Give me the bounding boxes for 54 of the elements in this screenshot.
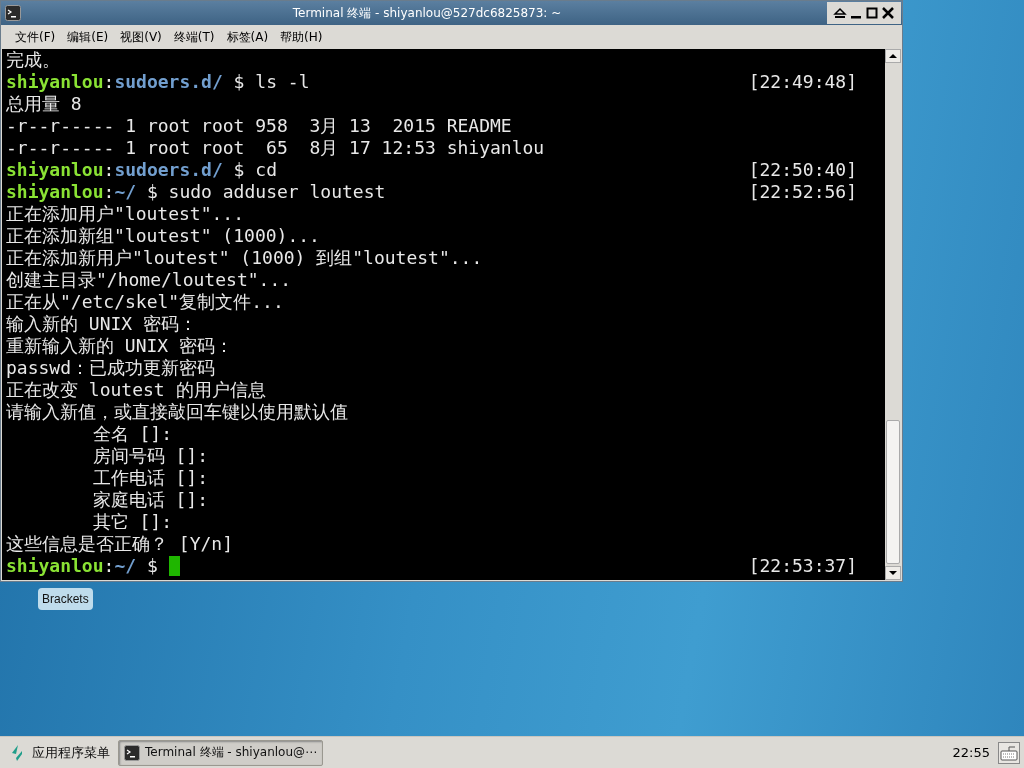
taskbar-button[interactable]: Terminal 终端 - shiyanlou@⋯	[118, 739, 324, 766]
output-line: 其它 []:	[91, 511, 173, 533]
desktop-icon-label[interactable]: Brackets	[38, 588, 93, 610]
output-line: 正在改变 loutest 的用户信息	[6, 379, 266, 401]
leaf-icon	[10, 743, 24, 762]
terminal-icon	[5, 5, 21, 21]
menu-item[interactable]: 文件(F)	[9, 26, 62, 48]
output-line: 总用量 8	[6, 93, 82, 115]
output-line: 这些信息是否正确？ [Y/n]	[6, 533, 234, 555]
timestamp: [22:49:48]	[748, 71, 858, 93]
prompt: shiyanlou:~/ $	[6, 555, 158, 577]
prompt: shiyanlou:sudoers.d/ $	[6, 159, 245, 181]
timestamp: [22:53:37]	[748, 555, 858, 577]
output-line: 创建主目录"/home/loutest"...	[6, 269, 292, 291]
application-menu[interactable]: 应用程序菜单	[32, 743, 110, 762]
output-line: 请输入新值，或直接敲回车键以使用默认值	[6, 401, 348, 423]
output-line: -r--r----- 1 root root 958 3月 13 2015 README	[6, 115, 512, 137]
timestamp: [22:50:40]	[748, 159, 858, 181]
output-line: 重新输入新的 UNIX 密码：	[6, 335, 234, 357]
menu-item[interactable]: 终端(T)	[167, 26, 221, 48]
command-text: ls -l	[254, 71, 310, 93]
scroll-up-icon[interactable]	[885, 49, 901, 63]
close-icon[interactable]	[881, 6, 895, 20]
scroll-down-icon[interactable]	[885, 566, 901, 580]
command-text: sudo adduser loutest	[167, 181, 386, 203]
menu-item[interactable]: 视图(V)	[114, 26, 168, 48]
output-line: 工作电话 []:	[91, 467, 209, 489]
clock: 22:55	[952, 745, 990, 760]
output-line: 正在添加新组"loutest" (1000)...	[6, 225, 320, 247]
command-text: cd	[254, 159, 277, 181]
output-line: 家庭电话 []:	[91, 489, 209, 511]
output-line: passwd：已成功更新密码	[6, 357, 216, 379]
output-line: 正在添加用户"loutest"...	[6, 203, 245, 225]
output-line: 正在添加新用户"loutest" (1000) 到组"loutest"...	[6, 247, 483, 269]
output-line: 完成。	[6, 49, 60, 71]
menu-item[interactable]: 帮助(H)	[274, 26, 329, 48]
scroll-thumb[interactable]	[886, 420, 900, 564]
prompt: shiyanlou:sudoers.d/ $	[6, 71, 245, 93]
text-cursor	[168, 556, 180, 576]
timestamp: [22:52:56]	[748, 181, 858, 203]
output-line: 输入新的 UNIX 密码：	[6, 313, 198, 335]
keyboard-icon[interactable]	[998, 741, 1020, 764]
shade-icon[interactable]	[833, 6, 847, 20]
output-line: 正在从"/etc/skel"复制文件...	[6, 291, 284, 313]
output-line: 全名 []:	[91, 423, 173, 445]
output-line: 房间号码 []:	[91, 445, 209, 467]
terminal-icon	[124, 744, 140, 761]
window-title: Terminal 终端 - shiyanlou@527dc6825873: ~	[291, 4, 563, 22]
menu-item[interactable]: 标签(A)	[220, 26, 275, 48]
prompt: shiyanlou:~/ $	[6, 181, 158, 203]
maximize-icon[interactable]	[865, 6, 879, 20]
scrollbar[interactable]	[885, 49, 901, 580]
menu-item[interactable]: 编辑(E)	[61, 26, 115, 48]
output-line: -r--r----- 1 root root 65 8月 17 12:53 shiyanlou	[6, 137, 545, 159]
